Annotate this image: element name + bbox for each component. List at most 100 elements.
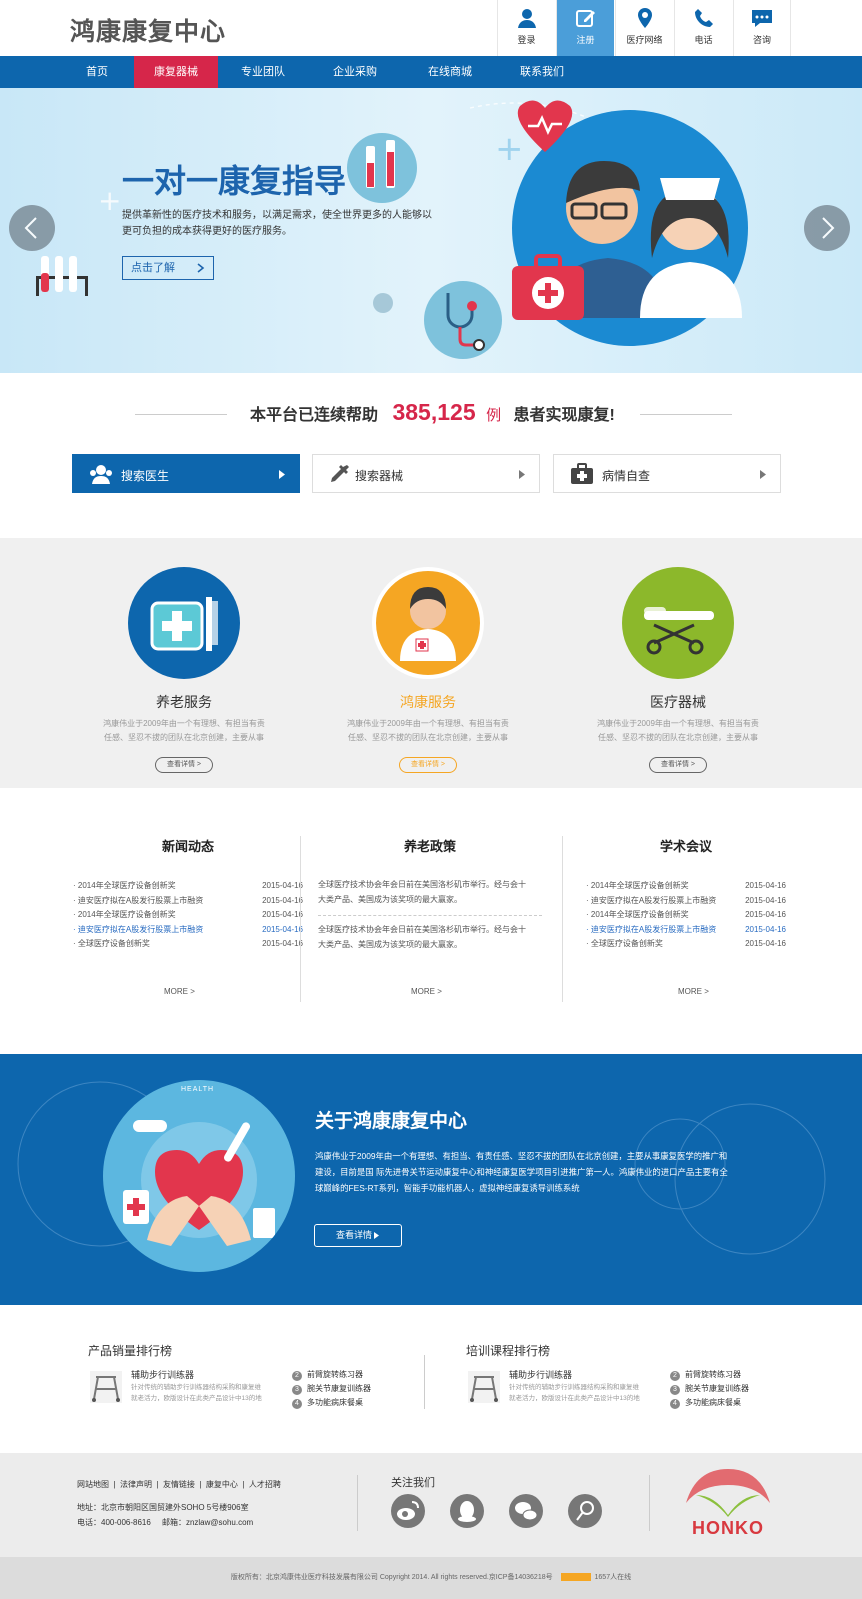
self-diagnosis-tab[interactable]: 病情自查: [553, 454, 781, 493]
list-item[interactable]: 3 腕关节康复训练器: [292, 1382, 371, 1396]
search-device-tab[interactable]: 搜索器械: [312, 454, 540, 493]
wechat-icon[interactable]: [509, 1494, 543, 1528]
list-item[interactable]: 2 前臂旋转练习器: [670, 1368, 749, 1382]
list-item[interactable]: · 迪安医疗拟在A股发行股票上市融资 2015-04-16: [73, 894, 303, 909]
policy-text: 全球医疗技术协会年会日前在美国洛杉矶市举行。经与会十: [318, 925, 526, 934]
medical-device-icon: [622, 567, 734, 679]
news-item-date: 2015-04-16: [262, 910, 303, 919]
column-divider: [300, 836, 301, 1002]
service-card: 养老服务 鸿康伟业于2009年由一个有理想、有担当有责 任感、坚忍不拔的团队在北京…: [84, 538, 284, 773]
nav-contact[interactable]: 联系我们: [500, 56, 584, 88]
policy-more-link[interactable]: MORE >: [411, 987, 442, 996]
list-item[interactable]: · 迪安医疗拟在A股发行股票上市融资 2015-04-16: [73, 923, 303, 938]
policy-item[interactable]: 全球医疗技术协会年会日前在美国洛杉矶市举行。经与会十 大类产品、美国成为该奖项的最…: [318, 922, 542, 952]
rank-item-title: 多功能病床餐桌: [307, 1398, 363, 1407]
about-details-button[interactable]: 查看详情: [314, 1224, 402, 1247]
rank-number: 4: [670, 1399, 680, 1409]
academic-more-link[interactable]: MORE >: [678, 987, 709, 996]
phone-button[interactable]: 电话: [674, 0, 732, 56]
search-doctor-label: 搜索医生: [121, 469, 170, 483]
list-item[interactable]: · 全球医疗设备创新奖 2015-04-16: [586, 937, 786, 952]
rank-number: 3: [292, 1385, 302, 1395]
stats-unit: 例: [486, 407, 502, 424]
svg-text:+: +: [495, 129, 524, 169]
service-desc-line: 任感、坚忍不拔的团队在北京创建，主要从事: [348, 733, 508, 742]
footer-links: 网站地图 | 法律声明 | 友情链接 | 康复中心 | 人才招聘: [77, 1480, 281, 1489]
service-details-button[interactable]: 查看详情 >: [649, 757, 707, 773]
hero-title: 一对一康复指导: [122, 163, 347, 199]
svg-text:+: +: [98, 184, 121, 217]
list-item[interactable]: · 全球医疗设备创新奖 2015-04-16: [73, 937, 303, 952]
stats-badge[interactable]: [560, 1573, 591, 1582]
column-divider: [357, 1475, 358, 1531]
product-desc-line: 就老活力，欧版设计在此类产品设计中13的地: [131, 1395, 262, 1402]
link-icon[interactable]: [568, 1494, 602, 1528]
service-desc-line: 任感、坚忍不拔的团队在北京创建，主要从事: [104, 733, 264, 742]
about-line: 球巅峰的FES-RT系列，智能手功能机器人，虚拟神经康复诱导训练系统: [315, 1183, 580, 1193]
footer-link-legal[interactable]: 法律声明: [120, 1480, 152, 1489]
news-item-date: 2015-04-16: [262, 939, 303, 948]
list-item[interactable]: · 迪安医疗拟在A股发行股票上市融资 2015-04-16: [586, 894, 786, 909]
list-item[interactable]: · 2014年全球医疗设备创新奖 2015-04-16: [586, 908, 786, 923]
honko-logo[interactable]: HONKO: [676, 1467, 780, 1539]
honko-brand-text: HONKO: [692, 1518, 764, 1538]
carousel-prev-button[interactable]: [9, 205, 55, 251]
medical-network-button[interactable]: 医疗网络: [615, 0, 673, 56]
service-title: 养老服务: [156, 694, 212, 710]
walker-product-icon[interactable]: [88, 1369, 124, 1405]
course-desc-line: 就老活力，欧版设计在此类产品设计中13的地: [509, 1395, 640, 1402]
service-card: 鸿康服务 鸿康伟业于2009年由一个有理想、有担当有责 任感、坚忍不拔的团队在北京…: [328, 538, 528, 773]
service-title: 医疗器械: [650, 694, 706, 710]
list-item[interactable]: · 2014年全球医疗设备创新奖 2015-04-16: [586, 879, 786, 894]
nav-home[interactable]: 首页: [55, 56, 139, 88]
nav-procurement[interactable]: 企业采购: [313, 56, 397, 88]
product-top-item[interactable]: 辅助步行训练器: [131, 1368, 194, 1381]
consult-button[interactable]: 咨询: [733, 0, 791, 56]
self-diagnosis-label: 病情自查: [602, 469, 651, 483]
academic-item-title: 全球医疗设备创新奖: [590, 939, 663, 948]
site-logo[interactable]: 鸿康康复中心: [70, 12, 226, 48]
learn-more-button[interactable]: 点击了解: [122, 256, 214, 280]
news-more-link[interactable]: MORE >: [164, 987, 195, 996]
policy-item[interactable]: 全球医疗技术协会年会日前在美国洛杉矶市举行。经与会十 大类产品、美国成为该奖项的最…: [318, 877, 542, 907]
nav-rehab-devices[interactable]: 康复器械: [134, 56, 218, 88]
register-button[interactable]: 注册: [556, 0, 614, 56]
qq-icon[interactable]: [450, 1494, 484, 1528]
column-divider: [649, 1475, 650, 1531]
nav-team[interactable]: 专业团队: [221, 56, 305, 88]
footer-email[interactable]: 邮箱：znzlaw@sohu.com: [162, 1518, 253, 1527]
nav-online-store[interactable]: 在线商城: [408, 56, 492, 88]
list-item[interactable]: 2 前臂旋转练习器: [292, 1368, 371, 1382]
footer-link-careers[interactable]: 人才招聘: [249, 1480, 281, 1489]
footer-link-rehab-center[interactable]: 康复中心: [206, 1480, 238, 1489]
footer-link-friends[interactable]: 友情链接: [163, 1480, 195, 1489]
list-item[interactable]: 4 多功能病床餐桌: [670, 1396, 749, 1410]
footer-link-sitemap[interactable]: 网站地图: [77, 1480, 109, 1489]
policy-text: 大类产品、美国成为该奖项的最大赢家。: [318, 940, 462, 949]
course-top-item[interactable]: 辅助步行训练器: [509, 1368, 572, 1381]
service-card: 医疗器械 鸿康伟业于2009年由一个有理想、有担当有责 任感、坚忍不拔的团队在北京…: [578, 538, 778, 773]
doctor-nurse-illustration: [512, 100, 748, 346]
search-doctor-tab[interactable]: 搜索医生: [72, 454, 300, 493]
carousel-next-button[interactable]: [804, 205, 850, 251]
phone-icon: [694, 9, 713, 27]
news-item-title: 全球医疗设备创新奖: [77, 939, 150, 948]
test-tubes-icon: [36, 256, 88, 296]
service-details-button[interactable]: 查看详情 >: [399, 757, 457, 773]
site-footer: 网站地图 | 法律声明 | 友情链接 | 康复中心 | 人才招聘 地址：北京市朝…: [0, 1453, 862, 1557]
list-item[interactable]: 3 腕关节康复训练器: [670, 1382, 749, 1396]
login-label: 登录: [517, 35, 536, 45]
list-item[interactable]: · 迪安医疗拟在A股发行股票上市融资 2015-04-16: [586, 923, 786, 938]
walker-course-icon[interactable]: [466, 1369, 502, 1405]
academic-list: · 2014年全球医疗设备创新奖 2015-04-16 · 迪安医疗拟在A股发行股…: [586, 879, 786, 952]
list-item[interactable]: 4 多功能病床餐桌: [292, 1396, 371, 1410]
list-item[interactable]: · 2014年全球医疗设备创新奖 2015-04-16: [73, 908, 303, 923]
about-description: 鸿康伟业于2009年由一个有理想、有担当、有责任感、坚忍不拔的团队在北京创建，主…: [315, 1148, 728, 1196]
list-item[interactable]: · 2014年全球医疗设备创新奖 2015-04-16: [73, 879, 303, 894]
hero-banner: + + 一对一康复指导 提供革新性的医疗技术和服务，以满足需求，使全世界更多的人…: [0, 88, 862, 373]
product-top-desc: 针对传统的辅助步行训练器结构采购和康复维 就老活力，欧版设计在此类产品设计中13的…: [131, 1382, 262, 1404]
login-button[interactable]: 登录: [497, 0, 555, 56]
service-details-button[interactable]: 查看详情 >: [155, 757, 213, 773]
follow-us-heading: 关注我们: [391, 1477, 435, 1489]
weibo-icon[interactable]: [391, 1494, 425, 1528]
